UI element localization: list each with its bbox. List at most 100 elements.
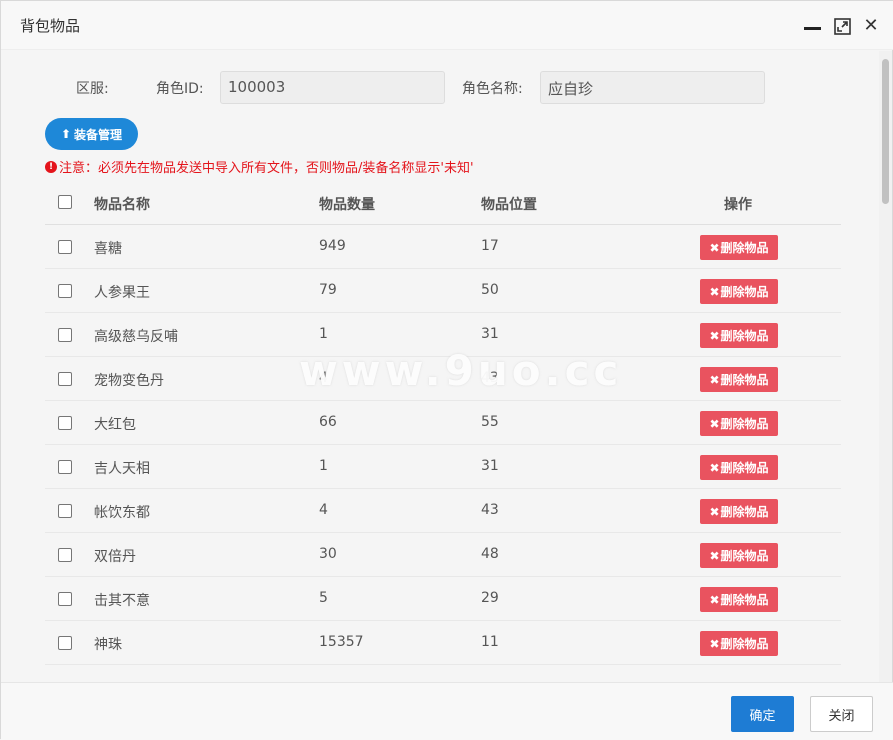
select-all-checkbox[interactable]: [58, 195, 72, 209]
delete-item-button[interactable]: ✖ 删除物品: [700, 367, 778, 392]
item-name: 吉人天相: [94, 461, 150, 477]
x-icon: ✖: [709, 636, 720, 651]
table-header: 物品名称 物品数量 物品位置 操作: [45, 179, 841, 225]
delete-item-button[interactable]: ✖ 删除物品: [700, 631, 778, 656]
item-qty: 1: [319, 458, 328, 474]
table-row: 击其不意 5 29 ✖ 删除物品: [45, 577, 841, 621]
delete-item-label: 删除物品: [720, 417, 769, 431]
item-qty: 4: [319, 502, 328, 518]
row-checkbox[interactable]: [58, 328, 72, 342]
item-name: 神珠: [94, 637, 122, 653]
equip-manage-label: 装备管理: [74, 127, 123, 142]
item-pos: 43: [481, 370, 499, 386]
row-checkbox[interactable]: [58, 416, 72, 430]
notice-text: ! 注意：必须先在物品发送中导入所有文件，否则物品/装备名称显示'未知': [45, 157, 474, 176]
x-icon: ✖: [709, 548, 720, 563]
x-icon: ✖: [709, 416, 720, 431]
delete-item-button[interactable]: ✖ 删除物品: [700, 455, 778, 480]
row-checkbox[interactable]: [58, 372, 72, 386]
item-name: 大红包: [94, 417, 136, 433]
delete-item-label: 删除物品: [720, 505, 769, 519]
close-icon[interactable]: ✕: [862, 17, 880, 35]
row-checkbox[interactable]: [58, 636, 72, 650]
delete-item-label: 删除物品: [720, 461, 769, 475]
item-pos: 55: [481, 414, 499, 430]
backpack-dialog: 背包物品 ✕ 区服: 角色ID: 100003 角色名称: 应自珍 ⬆ 装备管理…: [0, 0, 893, 740]
scrollbar[interactable]: [879, 51, 892, 682]
header-name: 物品名称: [94, 197, 150, 213]
table-row: 双倍丹 30 48 ✖ 删除物品: [45, 533, 841, 577]
row-checkbox[interactable]: [58, 460, 72, 474]
info-icon: !: [45, 160, 57, 173]
dialog-content: 区服: 角色ID: 100003 角色名称: 应自珍 ⬆ 装备管理 ! 注意：必…: [1, 51, 881, 682]
scroll-thumb[interactable]: [882, 59, 889, 204]
table-row: 吉人天相 1 31 ✖ 删除物品: [45, 445, 841, 489]
item-pos: 11: [481, 634, 499, 650]
item-qty: 15357: [319, 634, 364, 650]
item-qty: 66: [319, 414, 337, 430]
row-checkbox[interactable]: [58, 592, 72, 606]
item-qty: 4: [319, 370, 328, 386]
confirm-button[interactable]: 确定: [731, 696, 794, 732]
delete-item-label: 删除物品: [720, 329, 769, 343]
minimize-icon[interactable]: [803, 17, 821, 35]
equip-manage-button[interactable]: ⬆ 装备管理: [45, 118, 138, 150]
item-name: 双倍丹: [94, 549, 136, 565]
role-name-field[interactable]: 应自珍: [540, 71, 765, 104]
item-qty: 79: [319, 282, 337, 298]
item-pos: 48: [481, 546, 499, 562]
row-checkbox[interactable]: [58, 240, 72, 254]
row-checkbox[interactable]: [58, 548, 72, 562]
item-qty: 30: [319, 546, 337, 562]
table-row: 大红包 66 55 ✖ 删除物品: [45, 401, 841, 445]
header-qty: 物品数量: [319, 197, 375, 213]
delete-item-label: 删除物品: [720, 593, 769, 607]
item-pos: 43: [481, 502, 499, 518]
delete-item-button[interactable]: ✖ 删除物品: [700, 499, 778, 524]
delete-item-button[interactable]: ✖ 删除物品: [700, 543, 778, 568]
item-pos: 50: [481, 282, 499, 298]
delete-item-label: 删除物品: [720, 285, 769, 299]
item-qty: 949: [319, 238, 346, 254]
delete-item-button[interactable]: ✖ 删除物品: [700, 587, 778, 612]
item-name: 高级慈乌反哺: [94, 329, 178, 345]
delete-item-button[interactable]: ✖ 删除物品: [700, 235, 778, 260]
x-icon: ✖: [709, 504, 720, 519]
item-name: 宠物变色丹: [94, 373, 164, 389]
table-row: 高级慈乌反哺 1 31 ✖ 删除物品: [45, 313, 841, 357]
item-name: 喜糖: [94, 241, 122, 257]
delete-item-button[interactable]: ✖ 删除物品: [700, 323, 778, 348]
close-button[interactable]: 关闭: [810, 696, 873, 732]
item-pos: 31: [481, 326, 499, 342]
x-icon: ✖: [709, 328, 720, 343]
delete-item-button[interactable]: ✖ 删除物品: [700, 411, 778, 436]
row-checkbox[interactable]: [58, 504, 72, 518]
item-qty: 5: [319, 590, 328, 606]
items-table: 物品名称 物品数量 物品位置 操作 喜糖 949 17 ✖ 删除物品 人参果王 79 50 ✖ 删…: [45, 179, 841, 665]
item-name: 击其不意: [94, 593, 150, 609]
item-name: 帐饮东都: [94, 505, 150, 521]
header-op: 操作: [724, 197, 752, 213]
upload-arrow-icon: ⬆: [60, 127, 72, 141]
item-pos: 29: [481, 590, 499, 606]
dialog-footer: 确定 关闭: [1, 682, 893, 740]
notice-message: 注意：必须先在物品发送中导入所有文件，否则物品/装备名称显示'未知': [59, 161, 474, 176]
role-name-label: 角色名称:: [462, 81, 523, 97]
delete-item-button[interactable]: ✖ 删除物品: [700, 279, 778, 304]
x-icon: ✖: [709, 460, 720, 475]
delete-item-label: 删除物品: [720, 549, 769, 563]
x-icon: ✖: [709, 372, 720, 387]
title-bar: 背包物品 ✕: [1, 1, 893, 50]
x-icon: ✖: [709, 240, 720, 255]
delete-item-label: 删除物品: [720, 373, 769, 387]
item-qty: 1: [319, 326, 328, 342]
header-pos: 物品位置: [481, 197, 537, 213]
role-id-field[interactable]: 100003: [220, 71, 445, 104]
delete-item-label: 删除物品: [720, 637, 769, 651]
delete-item-label: 删除物品: [720, 241, 769, 255]
row-checkbox[interactable]: [58, 284, 72, 298]
item-pos: 17: [481, 238, 499, 254]
maximize-icon[interactable]: [833, 17, 851, 35]
dialog-title: 背包物品: [20, 17, 81, 35]
table-row: 帐饮东都 4 43 ✖ 删除物品: [45, 489, 841, 533]
